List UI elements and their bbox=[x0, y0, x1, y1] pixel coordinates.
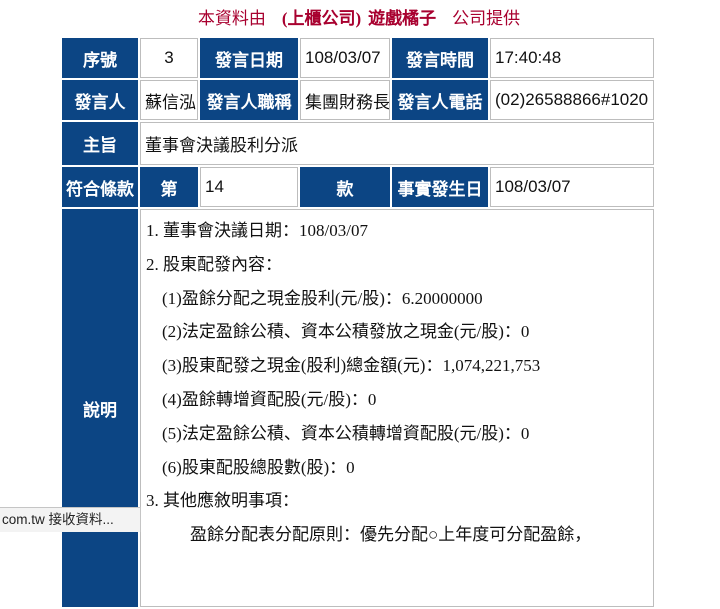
spokesperson-title-label: 發言人職稱 bbox=[200, 80, 298, 120]
table-row: 序號 3 發言日期 108/03/07 發言時間 17:40:48 bbox=[62, 38, 654, 78]
description-line: 2. 股東配發內容： bbox=[146, 254, 282, 274]
description-line: (2)法定盈餘公積、資本公積發放之現金(元/股)：0 bbox=[162, 322, 530, 342]
description-line: (1)盈餘分配之現金股利(元/股)：6.20000000 bbox=[162, 288, 483, 308]
spokesperson-label: 發言人 bbox=[62, 80, 138, 120]
browser-status-bar: com.tw 接收資料... bbox=[0, 507, 141, 532]
description-line: 盈餘分配表分配原則：優先分配○上年度可分配盈餘， bbox=[190, 525, 592, 545]
description-content: 1. 董事會決議日期：108/03/07 2. 股東配發內容： (1)盈餘分配之… bbox=[140, 209, 654, 607]
spokesperson-value: 蘇信泓 bbox=[140, 80, 198, 120]
spokesperson-phone-value: (02)26588866#1020 bbox=[490, 80, 654, 120]
description-line: 1. 董事會決議日期：108/03/07 bbox=[146, 221, 368, 240]
date-value: 108/03/07 bbox=[300, 38, 390, 78]
description-line: (4)盈餘轉增資配股(元/股)：0 bbox=[162, 389, 377, 409]
page-title: 本資料由 (上櫃公司) 遊戲橘子 公司提供 bbox=[0, 7, 718, 31]
description-line: (6)股東配股總股數(股)：0 bbox=[162, 457, 355, 477]
clause-label: 符合條款 bbox=[62, 167, 138, 207]
fact-date-value: 108/03/07 bbox=[490, 167, 654, 207]
subject-label: 主旨 bbox=[62, 122, 138, 165]
title-suffix: 公司提供 bbox=[452, 9, 521, 28]
table-row: 主旨 董事會決議股利分派 bbox=[62, 122, 654, 165]
table-row: 說明 1. 董事會決議日期：108/03/07 2. 股東配發內容： (1)盈餘… bbox=[62, 209, 654, 607]
clause-prefix: 第 bbox=[140, 167, 198, 207]
title-prefix: 本資料由 bbox=[197, 9, 266, 28]
seq-label: 序號 bbox=[62, 38, 138, 78]
spokesperson-phone-label: 發言人電話 bbox=[392, 80, 488, 120]
time-label: 發言時間 bbox=[392, 38, 488, 78]
description-line: 3. 其他應敘明事項： bbox=[146, 491, 299, 511]
company-name: 遊戲橘子 bbox=[368, 9, 437, 28]
clause-suffix: 款 bbox=[300, 167, 390, 207]
table-row: 符合條款 第 14 款 事實發生日 108/03/07 bbox=[62, 167, 654, 207]
description-line: (5)法定盈餘公積、資本公積轉增資配股(元/股)：0 bbox=[162, 423, 530, 443]
spokesperson-title-value: 集團財務長 bbox=[300, 80, 390, 120]
clause-number: 14 bbox=[200, 167, 298, 207]
description-label: 說明 bbox=[62, 209, 138, 607]
fact-date-label: 事實發生日 bbox=[392, 167, 488, 207]
seq-value: 3 bbox=[140, 38, 198, 78]
subject-value: 董事會決議股利分派 bbox=[140, 122, 654, 165]
market-type: (上櫃公司) bbox=[281, 9, 362, 28]
date-label: 發言日期 bbox=[200, 38, 298, 78]
table-row: 發言人 蘇信泓 發言人職稱 集團財務長 發言人電話 (02)26588866#1… bbox=[62, 80, 654, 120]
announcement-table: 序號 3 發言日期 108/03/07 發言時間 17:40:48 發言人 蘇信… bbox=[60, 36, 656, 609]
description-line: (3)股東配發之現金(股利)總金額(元)：1,074,221,753 bbox=[162, 356, 541, 376]
time-value: 17:40:48 bbox=[490, 38, 654, 78]
